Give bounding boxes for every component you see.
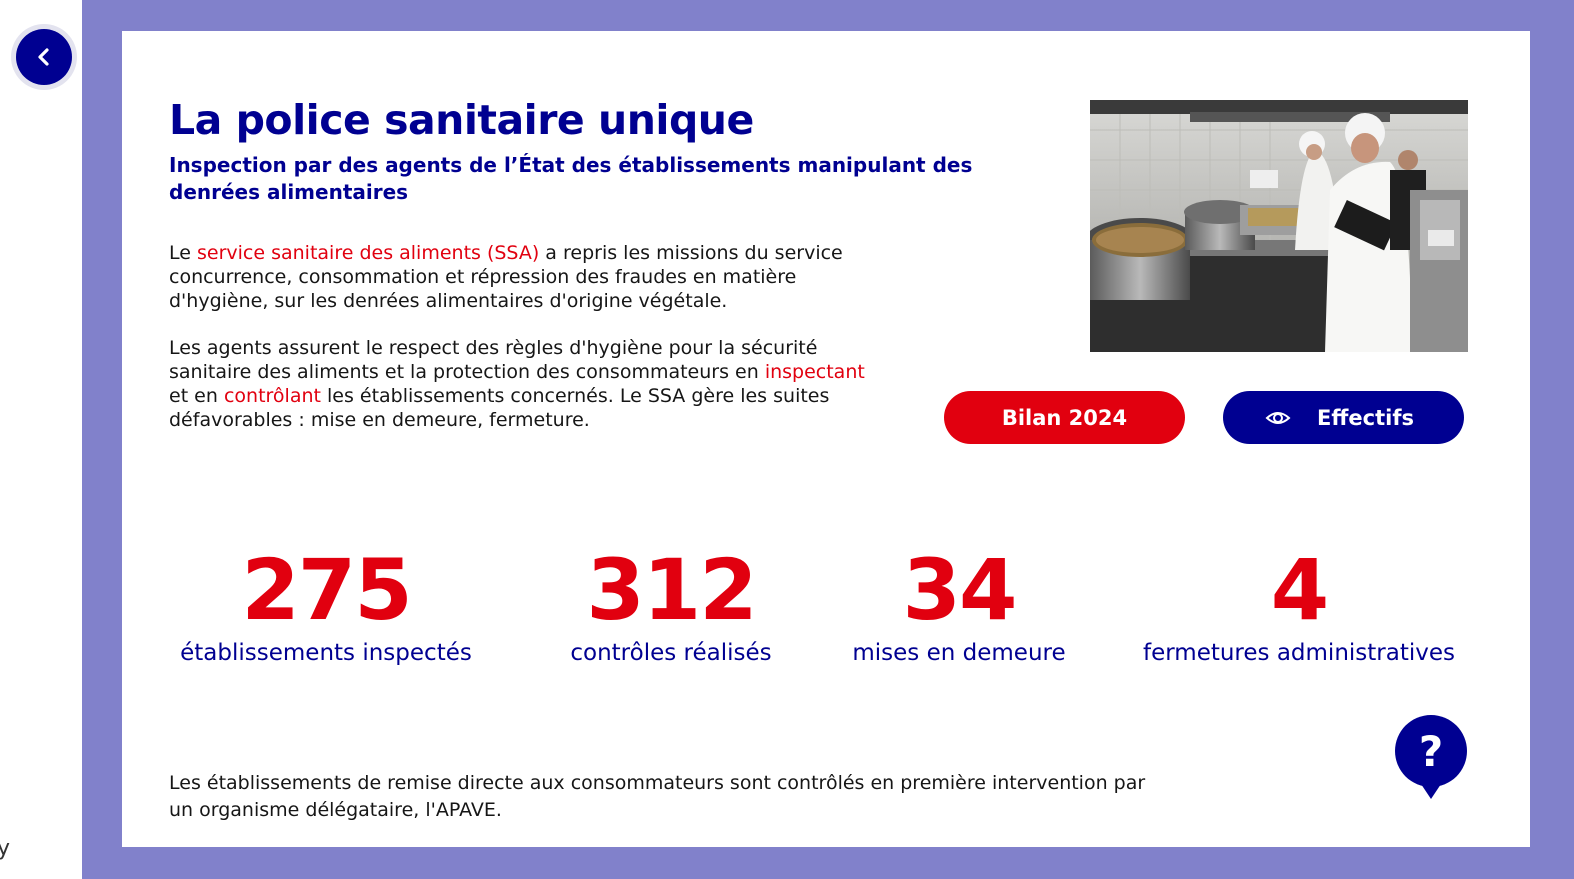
- bilan-button-label: Bilan 2024: [1001, 405, 1128, 430]
- stat-mises-en-demeure: 34 mises en demeure: [846, 540, 1072, 666]
- stat-label: mises en demeure: [852, 640, 1066, 666]
- back-button[interactable]: [11, 24, 77, 90]
- controlant-highlight: contrôlant: [223, 385, 321, 407]
- page-subtitle: Inspection par des agents de l’État des …: [169, 153, 973, 204]
- effectifs-button[interactable]: Effectifs: [1223, 391, 1464, 444]
- intro-prefix: Le: [169, 242, 197, 264]
- eye-icon: [1265, 412, 1291, 424]
- ssa-link[interactable]: service sanitaire des aliments (SSA): [197, 242, 539, 264]
- stat-fermetures-administratives: 4 fermetures administratives: [1140, 540, 1458, 666]
- footer-note: Les établissements de remise directe aux…: [169, 772, 1146, 821]
- stat-value: 4: [1270, 541, 1329, 639]
- mission-paragraph: Les agents assurent le respect des règle…: [169, 336, 884, 432]
- stat-value: 34: [902, 541, 1018, 639]
- stat-label: établissements inspectés: [180, 640, 472, 666]
- chevron-left-icon: [38, 48, 49, 66]
- stat-value: 312: [586, 541, 757, 639]
- effectifs-button-label: Effectifs: [1317, 405, 1414, 430]
- stat-etablissements-inspectes: 275 établissements inspectés: [175, 540, 477, 666]
- help-button[interactable]: ?: [1393, 713, 1469, 803]
- stat-value: 275: [241, 541, 412, 639]
- mission-text-2: et en: [169, 385, 224, 407]
- back-button-circle: [16, 29, 72, 85]
- stat-label: contrôles réalisés: [570, 640, 772, 666]
- help-question-mark: ?: [1419, 727, 1443, 776]
- mission-text-1: Les agents assurent le respect des règle…: [169, 337, 818, 383]
- inspectant-highlight: inspectant: [764, 361, 865, 383]
- question-icon: ?: [1395, 715, 1467, 799]
- stat-label: fermetures administratives: [1142, 640, 1455, 666]
- page-title: La police sanitaire unique: [169, 96, 754, 144]
- cropped-text-fragment: y: [0, 836, 11, 861]
- kitchen-inspection-photo: [1090, 100, 1468, 352]
- stat-controles-realises: 312 contrôles réalisés: [560, 540, 782, 666]
- bilan-2024-button[interactable]: Bilan 2024: [944, 391, 1185, 444]
- intro-paragraph: Le service sanitaire des aliments (SSA) …: [169, 241, 884, 313]
